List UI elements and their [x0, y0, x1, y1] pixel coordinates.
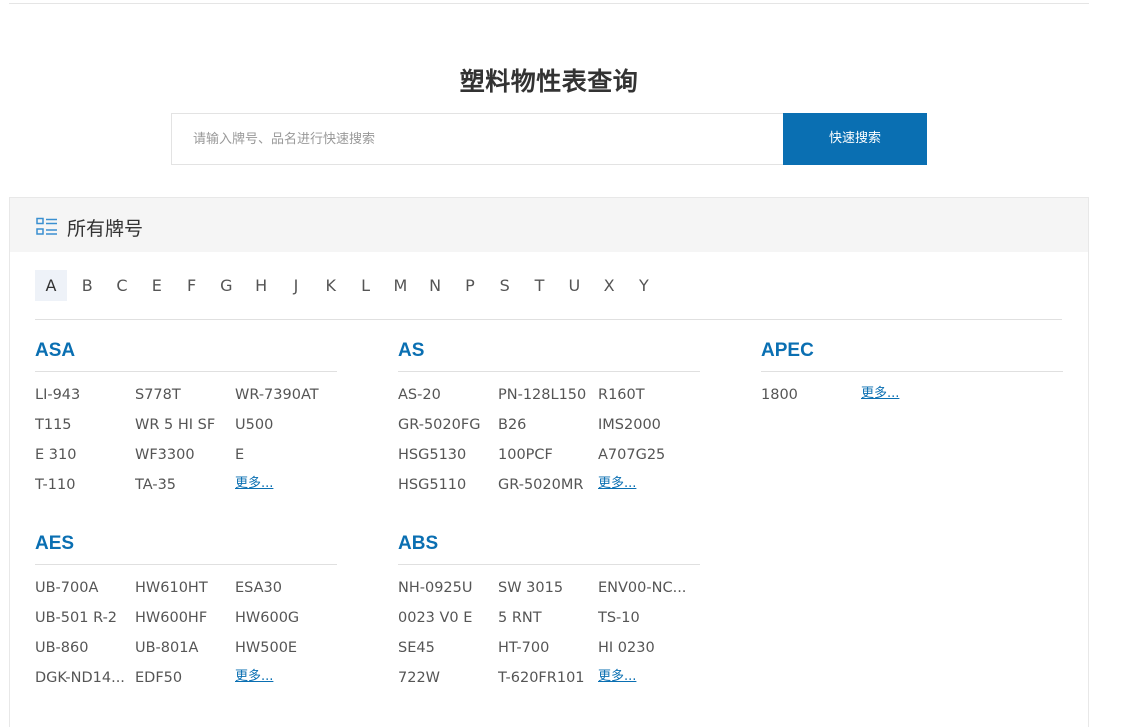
grade-link[interactable]: TS-10	[598, 608, 700, 638]
grade-link[interactable]: EDF50	[135, 668, 235, 698]
grade-link[interactable]: UB-700A	[35, 578, 135, 608]
grade-link[interactable]: LI-943	[35, 385, 135, 415]
group-divider	[761, 371, 1063, 372]
grade-link[interactable]: GR-5020FG	[398, 415, 498, 445]
search-button[interactable]: 快速搜索	[783, 113, 927, 165]
grade-link[interactable]: DGK-ND14...	[35, 668, 135, 698]
group-divider	[398, 371, 700, 372]
grade-grid: 1800 更多...	[761, 385, 1063, 415]
grade-link[interactable]: PN-128L150	[498, 385, 598, 415]
grade-link[interactable]: T115	[35, 415, 135, 445]
more-link[interactable]: 更多...	[235, 668, 337, 698]
grade-link[interactable]: HSG5110	[398, 475, 498, 505]
grade-grid: AS-20 PN-128L150 R160T GR-5020FG B26 IMS2000 H…	[398, 385, 700, 505]
grade-link[interactable]: HW600HF	[135, 608, 235, 638]
grade-link[interactable]: HW600G	[235, 608, 337, 638]
group-divider	[35, 564, 337, 565]
grade-link[interactable]: NH-0925U	[398, 578, 498, 608]
grade-link[interactable]: ENV00-NC...	[598, 578, 700, 608]
grade-link[interactable]: U500	[235, 415, 337, 445]
grade-link[interactable]: UB-801A	[135, 638, 235, 668]
brand-group-abs: ABS NH-0925U SW 3015 ENV00-NC... 0023 V0 E5 …	[398, 533, 700, 698]
grade-link[interactable]: 0023 V0 E	[398, 608, 498, 638]
letter-tab-b[interactable]: B	[70, 270, 105, 301]
brand-group-as: AS AS-20 PN-128L150 R160T GR-5020FG B26 IMS200…	[398, 340, 700, 505]
grade-link[interactable]: HI 0230	[598, 638, 700, 668]
letter-tab-g[interactable]: G	[209, 270, 244, 301]
page-title: 塑料物性表查询	[459, 67, 639, 96]
top-divider	[9, 3, 1089, 4]
more-link[interactable]: 更多...	[235, 475, 337, 505]
brands-panel: 所有牌号 ABCEFGHJKLMNPSTUXY ASA LI-943 S778T WR…	[9, 197, 1089, 727]
letter-filter-bar: ABCEFGHJKLMNPSTUXY	[35, 270, 661, 301]
grade-link[interactable]: WR 5 HI SF	[135, 415, 235, 445]
grade-link[interactable]: AS-20	[398, 385, 498, 415]
brand-group-asa: ASA LI-943 S778T WR-7390AT T115 WR 5 HI SF U50…	[35, 340, 337, 505]
letter-tab-l[interactable]: L	[348, 270, 383, 301]
grade-link[interactable]: TA-35	[135, 475, 235, 505]
grade-link[interactable]: R160T	[598, 385, 700, 415]
grade-link[interactable]: 5 RNT	[498, 608, 598, 638]
grade-link[interactable]: 722W	[398, 668, 498, 698]
group-title: ASA	[35, 340, 76, 361]
letters-divider	[35, 319, 1062, 320]
grade-link[interactable]: 1800	[761, 385, 861, 415]
panel-title: 所有牌号	[67, 218, 144, 240]
panel-header: 所有牌号	[10, 198, 1088, 252]
grade-link[interactable]: SE45	[398, 638, 498, 668]
grade-link[interactable]: WF3300	[135, 445, 235, 475]
grade-link[interactable]: HT-700	[498, 638, 598, 668]
letter-tab-x[interactable]: X	[592, 270, 627, 301]
list-icon	[36, 217, 58, 237]
grade-link[interactable]: S778T	[135, 385, 235, 415]
letter-tab-t[interactable]: T	[522, 270, 557, 301]
letter-tab-s[interactable]: S	[487, 270, 522, 301]
letter-tab-y[interactable]: Y	[627, 270, 662, 301]
letter-tab-n[interactable]: N	[418, 270, 453, 301]
grade-link[interactable]: WR-7390AT	[235, 385, 337, 415]
grade-link[interactable]: B26	[498, 415, 598, 445]
brand-group-apec: APEC 1800 更多...	[761, 340, 1063, 415]
grade-grid: NH-0925U SW 3015 ENV00-NC... 0023 V0 E5 RNT…	[398, 578, 700, 698]
grade-grid: UB-700A HW610HT ESA30 UB-501 R-2 HW600HF HW60…	[35, 578, 337, 698]
letter-tab-f[interactable]: F	[174, 270, 209, 301]
grade-link[interactable]: T-110	[35, 475, 135, 505]
group-title: APEC	[761, 340, 814, 361]
grade-link[interactable]: GR-5020MR	[498, 475, 598, 505]
more-link[interactable]: 更多...	[598, 668, 700, 698]
group-title: AS	[398, 340, 425, 361]
letter-tab-h[interactable]: H	[244, 270, 279, 301]
letter-tab-j[interactable]: J	[279, 270, 314, 301]
group-divider	[398, 564, 700, 565]
group-divider	[35, 371, 337, 372]
letter-tab-k[interactable]: K	[313, 270, 348, 301]
more-link[interactable]: 更多...	[598, 475, 700, 505]
letter-tab-m[interactable]: M	[383, 270, 418, 301]
group-title: AES	[35, 533, 75, 554]
grade-link[interactable]: E	[235, 445, 337, 475]
grade-link[interactable]: IMS2000	[598, 415, 700, 445]
letter-tab-c[interactable]: C	[105, 270, 140, 301]
more-link[interactable]: 更多...	[861, 385, 961, 415]
letter-tab-e[interactable]: E	[139, 270, 174, 301]
letter-tab-u[interactable]: U	[557, 270, 592, 301]
letter-tab-a[interactable]: A	[35, 270, 67, 301]
grade-link[interactable]: A707G25	[598, 445, 700, 475]
search-input[interactable]	[171, 113, 783, 165]
grade-link[interactable]: HSG5130	[398, 445, 498, 475]
grade-link[interactable]: 100PCF	[498, 445, 598, 475]
grade-link[interactable]: E 310	[35, 445, 135, 475]
grade-link[interactable]: UB-860	[35, 638, 135, 668]
grade-link[interactable]: ESA30	[235, 578, 337, 608]
letter-tab-p[interactable]: P	[453, 270, 488, 301]
grade-link[interactable]: HW500E	[235, 638, 337, 668]
grade-grid: LI-943 S778T WR-7390AT T115 WR 5 HI SF U500 E …	[35, 385, 337, 505]
grade-link[interactable]: UB-501 R-2	[35, 608, 135, 638]
grade-link[interactable]: SW 3015	[498, 578, 598, 608]
grade-link[interactable]: T-620FR101	[498, 668, 598, 698]
group-title: ABS	[398, 533, 439, 554]
grade-link[interactable]: HW610HT	[135, 578, 235, 608]
brand-group-aes: AES UB-700A HW610HT ESA30 UB-501 R-2 HW600HF H…	[35, 533, 337, 698]
